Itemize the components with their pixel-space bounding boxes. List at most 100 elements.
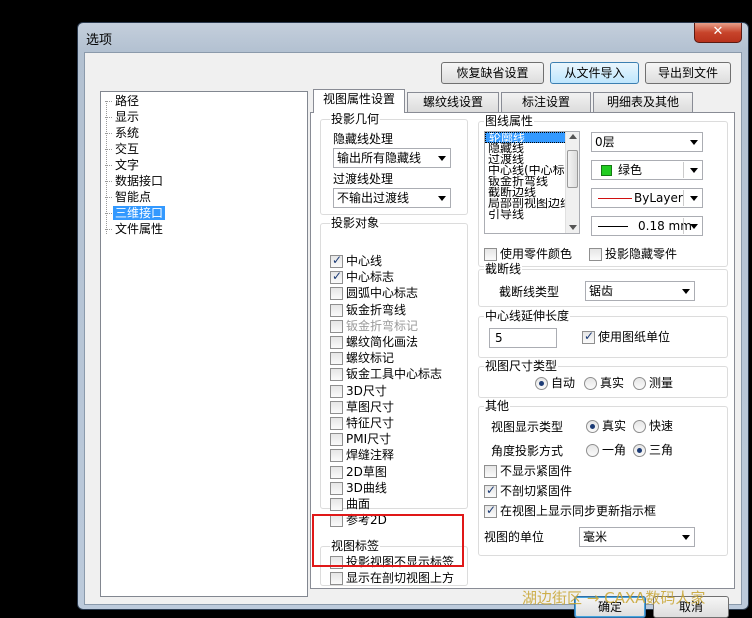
- tab-dimension-settings[interactable]: 标注设置: [501, 92, 591, 112]
- radio-dot: [633, 420, 646, 433]
- tree-item-smart-point[interactable]: 智能点: [104, 190, 153, 204]
- export-to-file-button[interactable]: 导出到文件: [645, 62, 731, 84]
- line-type-item[interactable]: 引导线: [485, 209, 567, 220]
- projection-object-checkbox[interactable]: 圆弧中心标志: [330, 286, 419, 301]
- checkbox-box: [330, 270, 343, 285]
- tab-view-properties[interactable]: 视图属性设置: [313, 89, 405, 113]
- chevron-down-icon[interactable]: [569, 225, 577, 230]
- view-unit-value: 毫米: [583, 530, 608, 544]
- projection-object-checkbox[interactable]: 螺纹标记: [330, 352, 394, 366]
- projection-object-checkbox[interactable]: 特征尺寸: [330, 417, 394, 430]
- line-type-list[interactable]: 轮廓线 隐藏线 过渡线 中心线(中心标 钣金折弯线 截断边线 局部剖视图边线 引导线: [484, 131, 580, 234]
- projection-object-label: 圆弧中心标志: [346, 286, 419, 301]
- line-type-item[interactable]: 中心线(中心标: [485, 165, 567, 176]
- break-line-type-value: 锯齿: [589, 284, 614, 298]
- line-properties-title: 图线属性: [484, 114, 535, 128]
- checkbox-box: [330, 417, 343, 430]
- angle-first-radio[interactable]: 一角: [586, 444, 626, 457]
- use-paper-units-text: 使用图纸单位: [598, 330, 671, 344]
- line-type-item[interactable]: 隐藏线: [485, 143, 567, 154]
- use-part-color-checkbox[interactable]: 使用零件颜色: [484, 248, 572, 261]
- linewidth-sample: [598, 226, 628, 227]
- projection-object-checkbox[interactable]: 2D草图: [330, 465, 387, 479]
- projection-object-label: 中心标志: [346, 270, 395, 285]
- view-unit-select[interactable]: 毫米: [579, 527, 695, 547]
- color-value: 绿色: [618, 163, 643, 177]
- hidden-line-value: 输出所有隐藏线: [337, 151, 422, 165]
- sync-indicator-checkbox[interactable]: 在视图上显示同步更新指示框: [484, 504, 656, 518]
- view-unit-label: 视图的单位: [484, 530, 545, 544]
- checkbox-box: [330, 481, 343, 495]
- radio-dot: [633, 377, 646, 390]
- projection-object-checkbox[interactable]: 钣金折弯标记: [330, 319, 418, 333]
- chevron-down-icon: [438, 156, 446, 161]
- tree-item-display[interactable]: 显示: [104, 110, 141, 124]
- close-icon[interactable]: ✕: [694, 23, 742, 43]
- linetype-sample: [598, 198, 632, 199]
- tree-item-data-interface[interactable]: 数据接口: [104, 174, 165, 188]
- use-paper-units-checkbox[interactable]: 使用图纸单位: [582, 330, 671, 344]
- tab-bom-and-others[interactable]: 明细表及其他: [593, 92, 693, 112]
- tree-item-interaction[interactable]: 交互: [104, 142, 141, 156]
- projection-object-checkbox[interactable]: 钣金工具中心标志: [330, 368, 442, 382]
- projection-object-checkbox[interactable]: 中心线: [330, 254, 382, 268]
- hide-fasteners-checkbox[interactable]: 不显示紧固件: [484, 465, 572, 478]
- angle-third-radio[interactable]: 三角: [633, 444, 673, 457]
- line-type-item[interactable]: 过渡线: [485, 154, 567, 165]
- project-hidden-parts-checkbox[interactable]: 投影隐藏零件: [589, 248, 677, 261]
- hidden-line-label: 隐藏线处理: [333, 132, 394, 146]
- projection-object-checkbox[interactable]: 螺纹简化画法: [330, 336, 418, 349]
- show-above-section-checkbox[interactable]: 显示在剖切视图上方: [330, 572, 454, 585]
- checkbox-box: [330, 336, 343, 349]
- category-tree[interactable]: 路径 显示 系统 交互 文字 数据接口 智能点 三维接口 文件属性: [100, 91, 308, 597]
- color-select[interactable]: 绿色: [591, 160, 703, 180]
- projection-object-checkbox[interactable]: PMI尺寸: [330, 433, 391, 447]
- list-scrollbar[interactable]: [565, 132, 579, 233]
- linetype-select[interactable]: ByLayer: [591, 188, 703, 208]
- chevron-down-icon: [438, 196, 446, 201]
- tree-item-text[interactable]: 文字: [104, 158, 141, 172]
- scroll-thumb[interactable]: [567, 150, 578, 188]
- checkbox-box: [330, 449, 343, 463]
- hidden-line-select[interactable]: 输出所有隐藏线: [333, 148, 451, 168]
- projection-object-checkbox[interactable]: 3D尺寸: [330, 384, 387, 398]
- line-type-item[interactable]: 局部剖视图边线: [485, 198, 567, 209]
- layer-select[interactable]: 0层: [591, 132, 703, 152]
- dim-type-real-radio[interactable]: 真实: [584, 377, 624, 390]
- chevron-down-icon: [690, 140, 698, 145]
- dim-type-auto-radio[interactable]: 自动: [535, 377, 575, 390]
- display-type-fast-radio[interactable]: 快速: [633, 420, 673, 433]
- projection-object-checkbox[interactable]: 钣金折弯线: [330, 303, 406, 317]
- checkbox-box: [330, 465, 343, 479]
- checkbox-box: [330, 368, 343, 382]
- projection-geometry-title: 投影几何: [330, 112, 381, 126]
- dim-type-measure-radio[interactable]: 测量: [633, 377, 673, 390]
- display-type-real-radio[interactable]: 真实: [586, 420, 626, 433]
- tree-item-system[interactable]: 系统: [104, 126, 141, 140]
- projection-object-checkbox[interactable]: 草图尺寸: [330, 400, 394, 414]
- restore-defaults-button[interactable]: 恢复缺省设置: [441, 62, 544, 84]
- no-cut-fasteners-checkbox[interactable]: 不剖切紧固件: [484, 484, 572, 498]
- projection-object-checkbox[interactable]: 中心标志: [330, 270, 395, 285]
- break-line-type-label: 截断线类型: [499, 285, 560, 299]
- import-from-file-button[interactable]: 从文件导入: [550, 62, 639, 84]
- tree-item-path[interactable]: 路径: [104, 94, 141, 108]
- tab-thread-settings[interactable]: 螺纹线设置: [407, 92, 499, 112]
- tree-item-3d-interface[interactable]: 三维接口: [104, 206, 166, 220]
- linewidth-select[interactable]: 0.18 mm: [591, 216, 703, 236]
- projection-object-label: 曲面: [346, 497, 371, 511]
- projection-object-checkbox[interactable]: 3D曲线: [330, 481, 387, 495]
- projection-object-checkbox[interactable]: 焊缝注释: [330, 449, 394, 463]
- line-type-item[interactable]: 截断边线: [485, 187, 567, 198]
- line-type-item[interactable]: 钣金折弯线: [485, 176, 567, 187]
- line-type-item[interactable]: 轮廓线: [485, 132, 567, 143]
- projection-object-checkbox[interactable]: 曲面: [330, 498, 370, 511]
- centerline-extension-input[interactable]: 5: [489, 328, 557, 348]
- chevron-up-icon[interactable]: [569, 134, 577, 139]
- checkbox-box: [484, 504, 497, 518]
- break-line-type-select[interactable]: 锯齿: [585, 281, 695, 301]
- tree-item-file-properties[interactable]: 文件属性: [104, 222, 165, 236]
- color-swatch: [601, 165, 612, 176]
- checkbox-box: [330, 287, 343, 301]
- transition-line-select[interactable]: 不输出过渡线: [333, 188, 451, 208]
